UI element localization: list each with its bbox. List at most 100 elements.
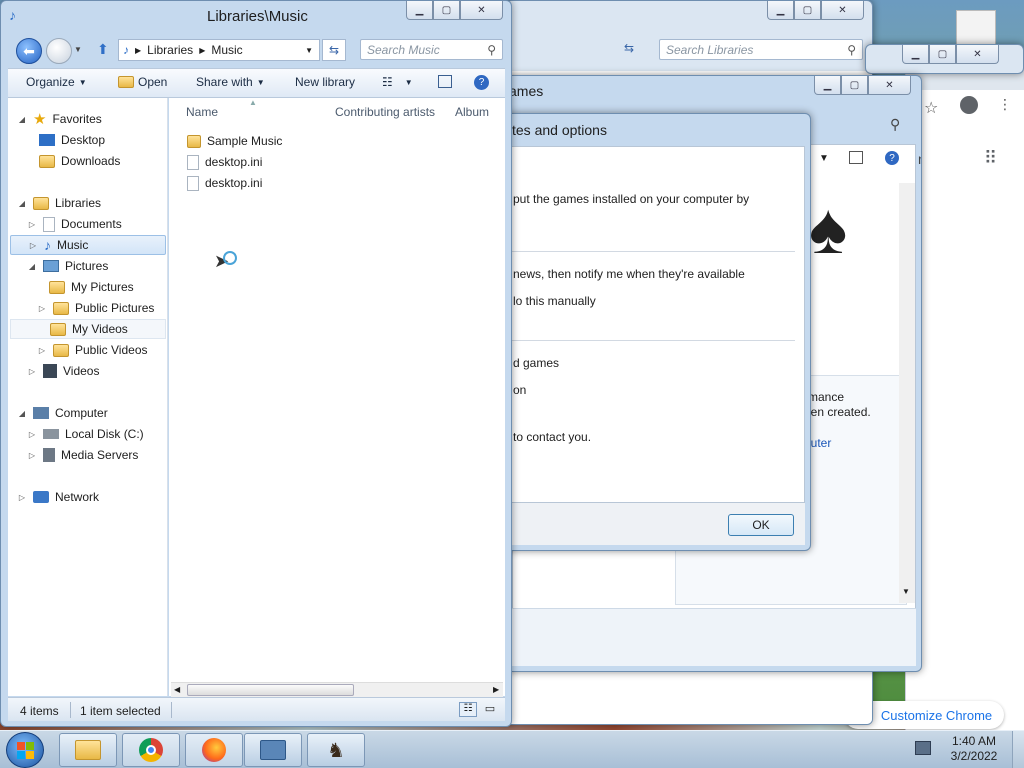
minimize-icon[interactable]: ▁	[406, 1, 433, 20]
maximize-icon[interactable]: ▢	[794, 1, 821, 20]
games-scrollbar[interactable]: ▼	[899, 183, 915, 603]
spade-icon: ♠	[809, 189, 848, 269]
horizontal-scrollbar[interactable]: ◀ ▶	[171, 682, 503, 697]
nav-public-videos[interactable]: ▷ Public Videos	[37, 340, 148, 360]
minimize-icon[interactable]: ▁	[814, 76, 841, 95]
new-library-button[interactable]: New library	[295, 75, 355, 89]
dialog-text-4[interactable]: d games	[513, 356, 559, 370]
libraries-search-input[interactable]: Search Libraries ⚲	[659, 39, 863, 60]
close-icon[interactable]: ✕	[460, 1, 503, 20]
forward-button[interactable]	[46, 38, 72, 64]
nav-music[interactable]: ▷ ♪ Music	[10, 235, 166, 255]
firefox-icon	[202, 738, 226, 762]
preview-pane-icon[interactable]	[849, 151, 863, 164]
taskbar-chrome-button[interactable]	[122, 733, 180, 767]
minimize-icon[interactable]: ▁	[902, 45, 929, 64]
nav-my-pictures[interactable]: My Pictures	[49, 277, 134, 297]
back-button[interactable]: ⬅	[16, 38, 42, 64]
large-icons-view-icon[interactable]: ▭	[482, 702, 498, 717]
scroll-down-arrow-icon[interactable]: ▼	[902, 587, 910, 596]
help-button[interactable]: ?	[474, 75, 489, 90]
breadcrumb-separator-icon: ▶	[135, 45, 142, 55]
change-view-button[interactable]: ☷ ▼	[382, 75, 413, 89]
help-icon[interactable]: ?	[885, 151, 899, 165]
list-item[interactable]: desktop.ini	[187, 173, 262, 193]
taskbar-firefox-button[interactable]	[185, 733, 243, 767]
breadcrumb-libraries[interactable]: Libraries	[147, 43, 193, 57]
taskbar-games-button[interactable]: ♞	[307, 733, 365, 767]
status-bar: 4 items 1 item selected ☷ ▭	[8, 697, 505, 721]
apps-grid-icon[interactable]: ⠿	[984, 148, 997, 169]
chrome-window: ☆ ⋮ ⠿ ✎ Customize Chrome	[844, 10, 1024, 732]
games-right-label: nages	[918, 151, 921, 167]
star-icon: ★	[33, 111, 47, 128]
organize-button[interactable]: Organize ▼	[26, 75, 87, 89]
recent-pages-icon[interactable]: ▼	[74, 45, 82, 54]
clock[interactable]: 1:40 AM 3/2/2022	[946, 734, 1002, 764]
address-bar[interactable]: ♪ ▶ Libraries ▶ Music ▼	[118, 39, 320, 61]
close-icon[interactable]: ✕	[821, 1, 864, 20]
scroll-left-arrow-icon[interactable]: ◀	[174, 685, 180, 694]
details-view-icon[interactable]: ☷	[459, 702, 477, 717]
ok-button[interactable]: OK	[728, 514, 794, 536]
nav-computer[interactable]: ◢ Computer	[17, 403, 108, 423]
dialog-text-3[interactable]: lo this manually	[513, 294, 596, 308]
nav-my-videos[interactable]: My Videos	[10, 319, 166, 339]
dialog-text-2[interactable]: news, then notify me when they're availa…	[513, 267, 745, 281]
bookmark-star-icon[interactable]: ☆	[924, 98, 938, 118]
sort-indicator-icon: ▲	[249, 98, 257, 107]
column-album[interactable]: Album	[455, 105, 489, 119]
search-icon: ⚲	[487, 42, 496, 57]
show-desktop-button[interactable]	[1012, 731, 1024, 768]
games-bottom-bar	[512, 608, 916, 666]
address-dropdown-icon[interactable]: ▼	[305, 46, 313, 55]
chrome-menu-icon[interactable]: ⋮	[998, 96, 1012, 113]
list-item[interactable]: Sample Music	[187, 131, 282, 151]
refresh-icon[interactable]: ⇆	[322, 39, 346, 61]
games-search-icon[interactable]: ⚲	[890, 116, 900, 133]
maximize-icon[interactable]: ▢	[433, 1, 460, 20]
nav-favorites[interactable]: ◢ ★ Favorites	[17, 109, 102, 129]
network-tray-icon[interactable]	[915, 741, 931, 755]
scroll-right-arrow-icon[interactable]: ▶	[493, 685, 499, 694]
nav-pictures[interactable]: ◢ Pictures	[27, 256, 108, 276]
collapsed-arrow-icon: ▷	[29, 240, 37, 250]
taskbar-control-panel-button[interactable]	[244, 733, 302, 767]
nav-desktop[interactable]: Desktop	[39, 130, 105, 150]
list-item[interactable]: desktop.ini	[187, 152, 262, 172]
up-arrow-icon[interactable]: ⬆	[97, 41, 109, 58]
start-button[interactable]	[6, 732, 44, 768]
open-button[interactable]: Open	[118, 75, 167, 89]
maximize-icon[interactable]: ▢	[929, 45, 956, 64]
maximize-icon[interactable]: ▢	[841, 76, 868, 95]
share-with-button[interactable]: Share with ▼	[196, 75, 265, 89]
nav-downloads[interactable]: Downloads	[39, 151, 120, 171]
folder-icon	[53, 343, 69, 357]
nav-network[interactable]: ▷ Network	[17, 487, 99, 507]
column-contributing-artists[interactable]: Contributing artists	[335, 105, 435, 119]
search-input[interactable]: Search Music ⚲	[360, 39, 503, 60]
nav-public-pictures[interactable]: ▷ Public Pictures	[37, 298, 154, 318]
scroll-thumb[interactable]	[187, 684, 354, 696]
preview-pane-button[interactable]	[438, 75, 452, 88]
minimize-icon[interactable]: ▁	[767, 1, 794, 20]
music-note-icon: ♪	[44, 237, 51, 253]
nav-libraries[interactable]: ◢ Libraries	[17, 193, 101, 213]
nav-media-servers[interactable]: ▷ Media Servers	[27, 445, 138, 465]
close-icon[interactable]: ✕	[956, 45, 999, 64]
breadcrumb-music[interactable]: Music	[211, 43, 242, 57]
explorer-title: Libraries\Music	[207, 8, 308, 25]
expanded-arrow-icon: ◢	[28, 261, 36, 271]
nav-videos[interactable]: ▷ Videos	[27, 361, 99, 381]
collapsed-arrow-icon: ▷	[28, 429, 36, 439]
column-name[interactable]: Name	[186, 105, 218, 119]
nav-documents[interactable]: ▷ Documents	[27, 214, 122, 234]
folder-icon	[187, 134, 201, 148]
taskbar-explorer-button[interactable]	[59, 733, 117, 767]
dialog-text-5[interactable]: on	[513, 383, 526, 397]
profile-icon[interactable]	[960, 96, 978, 114]
refresh-icon[interactable]: ⇆	[624, 41, 634, 55]
close-icon[interactable]: ✕	[868, 76, 911, 95]
view-dropdown-icon[interactable]: ▼	[819, 153, 829, 164]
nav-local-disk[interactable]: ▷ Local Disk (C:)	[27, 424, 144, 444]
